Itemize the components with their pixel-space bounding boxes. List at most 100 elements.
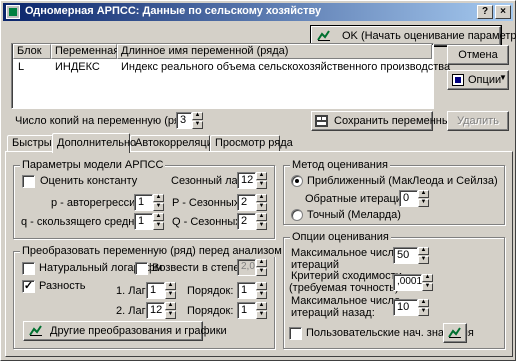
Q-seasonal-spinner[interactable]: 2 ▲ ▼ [237, 213, 267, 230]
column-header-block[interactable]: Блок [13, 44, 51, 59]
spin-down-icon[interactable]: ▼ [256, 291, 267, 299]
delete-button[interactable]: Удалить [447, 111, 509, 131]
spin-up-icon[interactable]: ▲ [422, 274, 433, 282]
Q-seasonal-input[interactable]: 2 [237, 213, 256, 230]
lag2-order-spinner[interactable]: 1 ▲ ▼ [237, 302, 267, 319]
power-input[interactable]: 2,0 [237, 259, 256, 276]
exact-label: Точный (Меларда) [307, 209, 401, 221]
tab-quick[interactable]: Быстрый [7, 135, 58, 152]
save-variables-button[interactable]: Сохранить переменные [311, 111, 456, 131]
difference-checkbox[interactable]: ✓ [22, 280, 35, 293]
lag1-label: 1. Лаг: [116, 285, 149, 297]
spin-up-icon[interactable]: ▲ [418, 247, 429, 255]
spin-down-icon[interactable]: ▼ [418, 199, 429, 207]
spin-up-icon[interactable]: ▲ [153, 213, 164, 221]
spin-down-icon[interactable]: ▼ [256, 222, 267, 230]
lag1-input[interactable]: 1 [146, 282, 165, 299]
tab-review-series[interactable]: Просмотр ряда [210, 135, 293, 152]
copies-spinner[interactable]: 3 ▲ ▼ [176, 112, 204, 129]
P-seasonal-label: P - Сезонных: [172, 197, 243, 209]
spin-down-icon[interactable]: ▼ [256, 203, 267, 211]
lag2-order-input[interactable]: 1 [237, 302, 256, 319]
spin-down-icon[interactable]: ▼ [256, 311, 267, 319]
user-initial-checkbox[interactable] [289, 327, 302, 340]
copies-label: Число копий на переменную (ряд): [15, 115, 193, 127]
cancel-button[interactable]: Отмена [447, 45, 509, 65]
convergence-input[interactable]: ,0001 [393, 274, 422, 291]
user-initial-button[interactable] [443, 323, 467, 343]
spin-down-icon[interactable]: ▼ [165, 291, 176, 299]
help-button[interactable]: ? [477, 5, 493, 19]
spin-down-icon[interactable]: ▼ [418, 308, 429, 316]
estimate-constant-checkbox[interactable] [22, 175, 35, 188]
spin-down-icon[interactable]: ▼ [256, 268, 267, 276]
natural-log-checkbox[interactable] [22, 262, 35, 275]
approx-radio[interactable] [291, 175, 303, 187]
p-input[interactable]: 1 [134, 194, 153, 211]
seasonal-lag-label: Сезонный лаг: [171, 175, 245, 187]
copies-input[interactable]: 3 [176, 112, 192, 129]
seasonal-lag-spinner[interactable]: 12 ▲ ▼ [237, 172, 267, 189]
graph-icon [448, 327, 462, 339]
other-transforms-label: Другие преобразования и графики [50, 325, 227, 337]
spin-up-icon[interactable]: ▲ [153, 194, 164, 202]
options-button[interactable]: Опции ▼ [447, 70, 509, 90]
other-transforms-button[interactable]: Другие преобразования и графики [23, 321, 227, 341]
lag2-order-label: Порядок: [187, 305, 234, 317]
lag1-order-input[interactable]: 1 [237, 282, 256, 299]
convergence-label-2: (требуемая точность): [289, 282, 402, 294]
options-icon [452, 74, 464, 86]
lag1-order-label: Порядок: [187, 285, 234, 297]
table-row[interactable]: L ИНДЕКС Индекс реального объема сельско… [13, 61, 450, 75]
variables-list[interactable]: Блок Переменная Длинное имя переменной (… [11, 43, 450, 109]
spin-down-icon[interactable]: ▼ [165, 311, 176, 319]
lag2-spinner[interactable]: 12 ▲ ▼ [146, 302, 176, 319]
backcasts-input[interactable]: 0 [399, 190, 418, 207]
power-checkbox[interactable] [135, 262, 148, 275]
q-input[interactable]: 1 [134, 213, 153, 230]
p-label: p - авторегрессии: [51, 197, 145, 209]
window-title: Одномерная АРПСС: Данные по сельскому хо… [25, 5, 322, 17]
max-back-iter-spinner[interactable]: 10 ▲ ▼ [393, 299, 429, 316]
max-iter-input[interactable]: 50 [393, 247, 418, 264]
lag1-spinner[interactable]: 1 ▲ ▼ [146, 282, 176, 299]
seasonal-lag-input[interactable]: 12 [237, 172, 256, 189]
spin-up-icon[interactable]: ▲ [256, 172, 267, 180]
exact-radio[interactable] [291, 209, 303, 221]
p-spinner[interactable]: 1 ▲ ▼ [134, 194, 164, 211]
spin-down-icon[interactable]: ▼ [153, 203, 164, 211]
spin-up-icon[interactable]: ▲ [256, 302, 267, 310]
q-spinner[interactable]: 1 ▲ ▼ [134, 213, 164, 230]
spin-up-icon[interactable]: ▲ [256, 282, 267, 290]
spin-up-icon[interactable]: ▲ [418, 190, 429, 198]
power-spinner[interactable]: 2,0 ▲ ▼ [237, 259, 267, 276]
spin-down-icon[interactable]: ▼ [418, 256, 429, 264]
spin-up-icon[interactable]: ▲ [256, 194, 267, 202]
close-button[interactable]: × [495, 5, 511, 19]
method-legend: Метод оценивания [290, 159, 390, 171]
spin-up-icon[interactable]: ▲ [256, 259, 267, 267]
backcasts-label: Обратные итерации: [305, 193, 412, 205]
spin-up-icon[interactable]: ▲ [256, 213, 267, 221]
max-iter-spinner[interactable]: 50 ▲ ▼ [393, 247, 429, 264]
P-seasonal-spinner[interactable]: 2 ▲ ▼ [237, 194, 267, 211]
P-seasonal-input[interactable]: 2 [237, 194, 256, 211]
spin-up-icon[interactable]: ▲ [418, 299, 429, 307]
run-icon [317, 30, 331, 42]
spin-down-icon[interactable]: ▼ [192, 121, 203, 129]
convergence-spinner[interactable]: ,0001 ▲ ▼ [393, 274, 433, 291]
max-back-iter-input[interactable]: 10 [393, 299, 418, 316]
spin-down-icon[interactable]: ▼ [422, 283, 433, 291]
tab-advanced[interactable]: Дополнительно [52, 133, 136, 153]
lag2-input[interactable]: 12 [146, 302, 165, 319]
column-header-variable[interactable]: Переменная [51, 44, 119, 59]
spin-up-icon[interactable]: ▲ [165, 302, 176, 310]
spin-down-icon[interactable]: ▼ [153, 222, 164, 230]
column-header-long-name[interactable]: Длинное имя переменной (ряда) [117, 44, 432, 59]
tab-autocorrelations[interactable]: Автокорреляции [130, 135, 219, 152]
lag1-order-spinner[interactable]: 1 ▲ ▼ [237, 282, 267, 299]
spin-up-icon[interactable]: ▲ [165, 282, 176, 290]
backcasts-spinner[interactable]: 0 ▲ ▼ [399, 190, 429, 207]
spin-down-icon[interactable]: ▼ [256, 181, 267, 189]
spin-up-icon[interactable]: ▲ [192, 112, 203, 120]
